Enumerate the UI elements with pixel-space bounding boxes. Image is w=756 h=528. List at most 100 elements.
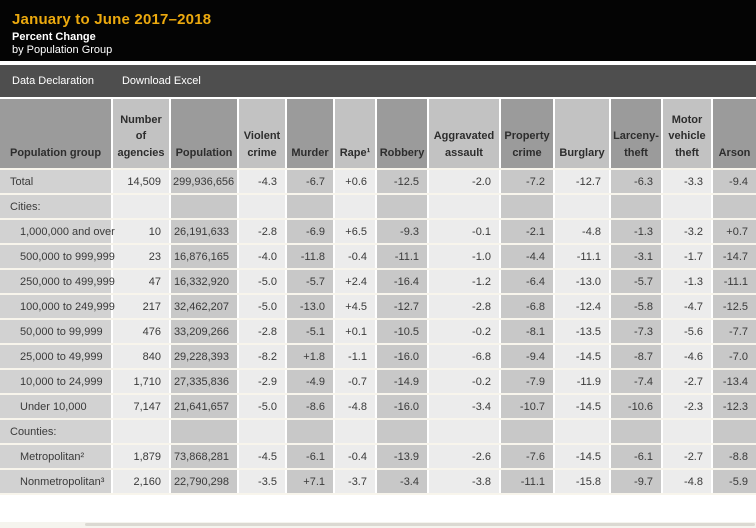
cell-1-000-000-and-over-burglary: -4.8 bbox=[554, 219, 611, 245]
horizontal-scrollbar[interactable] bbox=[0, 522, 756, 528]
cell-counties-burglary bbox=[554, 419, 611, 445]
cell-100-000-to-249-999-property-crime: -6.8 bbox=[500, 294, 555, 320]
cell-metropolitan-rape: -0.4 bbox=[334, 444, 377, 470]
cell-total-violent-crime: -4.3 bbox=[238, 169, 287, 195]
cell-under-10-000-property-crime: -10.7 bbox=[500, 394, 555, 420]
cell-counties-motor-vehicle-theft bbox=[662, 419, 713, 445]
table-row-100-000-to-249-999: 100,000 to 249,999 217 32,462,207 -5.0 -13.0… bbox=[0, 294, 756, 320]
cell-500-000-to-999-999-rape: -0.4 bbox=[334, 244, 377, 270]
cell-250-000-to-499-999-burglary: -13.0 bbox=[554, 269, 611, 295]
table-row-cities: Cities: bbox=[0, 194, 756, 220]
cell-cities-violent-crime bbox=[238, 194, 287, 220]
column-header-number-of-agencies: Number of agencies bbox=[112, 97, 171, 170]
scrollbar-track[interactable] bbox=[85, 523, 755, 526]
cell-counties-murder bbox=[286, 419, 335, 445]
column-header-motor-vehicle-theft: Motor vehicle theft bbox=[662, 97, 713, 170]
cell-100-000-to-249-999-violent-crime: -5.0 bbox=[238, 294, 287, 320]
cell-under-10-000-murder: -8.6 bbox=[286, 394, 335, 420]
column-header-aggravated-assault: Aggravated assault bbox=[428, 97, 501, 170]
cell-500-000-to-999-999-violent-crime: -4.0 bbox=[238, 244, 287, 270]
cell-10-000-to-24-999-aggravated-assault: -0.2 bbox=[428, 369, 501, 395]
cell-under-10-000-motor-vehicle-theft: -2.3 bbox=[662, 394, 713, 420]
data-declaration-link[interactable]: Data Declaration bbox=[12, 75, 94, 87]
cell-under-10-000-violent-crime: -5.0 bbox=[238, 394, 287, 420]
cell-250-000-to-499-999-larceny-theft: -5.7 bbox=[610, 269, 663, 295]
cell-metropolitan-murder: -6.1 bbox=[286, 444, 335, 470]
column-header-murder: Murder bbox=[286, 97, 335, 170]
cell-nonmetropolitan-motor-vehicle-theft: -4.8 bbox=[662, 469, 713, 495]
cell-counties-rape bbox=[334, 419, 377, 445]
cell-250-000-to-499-999-rape: +2.4 bbox=[334, 269, 377, 295]
cell-nonmetropolitan-arson: -5.9 bbox=[712, 469, 756, 495]
table-row-50-000-to-99-999: 50,000 to 99,999 476 33,209,266 -2.8 -5.1 +0.… bbox=[0, 319, 756, 345]
table-row-under-10-000: Under 10,000 7,147 21,641,657 -5.0 -8.6 -4.8 -… bbox=[0, 394, 756, 420]
cell-100-000-to-249-999-number-of-agencies: 217 bbox=[112, 294, 171, 320]
cell-metropolitan-burglary: -14.5 bbox=[554, 444, 611, 470]
row-label: Under 10,000 bbox=[0, 394, 113, 420]
cell-metropolitan-property-crime: -7.6 bbox=[500, 444, 555, 470]
cell-cities-larceny-theft bbox=[610, 194, 663, 220]
cell-50-000-to-99-999-aggravated-assault: -0.2 bbox=[428, 319, 501, 345]
cell-nonmetropolitan-number-of-agencies: 2,160 bbox=[112, 469, 171, 495]
cell-under-10-000-rape: -4.8 bbox=[334, 394, 377, 420]
cell-nonmetropolitan-larceny-theft: -9.7 bbox=[610, 469, 663, 495]
cell-nonmetropolitan-aggravated-assault: -3.8 bbox=[428, 469, 501, 495]
cell-total-motor-vehicle-theft: -3.3 bbox=[662, 169, 713, 195]
table-body: Total 14,509 299,936,656 -4.3 -6.7 +0.6 -12.5-… bbox=[0, 169, 756, 495]
cell-cities-rape bbox=[334, 194, 377, 220]
cell-counties-arson bbox=[712, 419, 756, 445]
cell-25-000-to-49-999-robbery: -16.0 bbox=[376, 344, 429, 370]
cell-under-10-000-aggravated-assault: -3.4 bbox=[428, 394, 501, 420]
cell-25-000-to-49-999-aggravated-assault: -6.8 bbox=[428, 344, 501, 370]
row-label: 25,000 to 49,999 bbox=[0, 344, 113, 370]
cell-cities-motor-vehicle-theft bbox=[662, 194, 713, 220]
cell-nonmetropolitan-burglary: -15.8 bbox=[554, 469, 611, 495]
cell-total-burglary: -12.7 bbox=[554, 169, 611, 195]
cell-nonmetropolitan-murder: +7.1 bbox=[286, 469, 335, 495]
table-row-250-000-to-499-999: 250,000 to 499,999 47 16,332,920 -5.0 -5.7 +2… bbox=[0, 269, 756, 295]
crime-report-page: January to June 2017–2018 Percent Change… bbox=[0, 0, 756, 528]
table-row-metropolitan: Metropolitan² 1,879 73,868,281 -4.5 -6.1 -0.4… bbox=[0, 444, 756, 470]
cell-cities-property-crime bbox=[500, 194, 555, 220]
cell-250-000-to-499-999-robbery: -16.4 bbox=[376, 269, 429, 295]
cell-1-000-000-and-over-aggravated-assault: -0.1 bbox=[428, 219, 501, 245]
download-excel-link[interactable]: Download Excel bbox=[122, 75, 201, 87]
cell-total-larceny-theft: -6.3 bbox=[610, 169, 663, 195]
cell-25-000-to-49-999-property-crime: -9.4 bbox=[500, 344, 555, 370]
cell-10-000-to-24-999-violent-crime: -2.9 bbox=[238, 369, 287, 395]
cell-under-10-000-larceny-theft: -10.6 bbox=[610, 394, 663, 420]
page-subtitle-percent-change: Percent Change bbox=[12, 31, 96, 43]
column-header-arson: Arson bbox=[712, 97, 756, 170]
row-label: 100,000 to 249,999 bbox=[0, 294, 115, 320]
cell-under-10-000-population: 21,641,657 bbox=[170, 394, 239, 420]
cell-metropolitan-violent-crime: -4.5 bbox=[238, 444, 287, 470]
toolbar: Data Declaration Download Excel bbox=[0, 65, 756, 97]
cell-10-000-to-24-999-motor-vehicle-theft: -2.7 bbox=[662, 369, 713, 395]
cell-1-000-000-and-over-motor-vehicle-theft: -3.2 bbox=[662, 219, 713, 245]
cell-100-000-to-249-999-motor-vehicle-theft: -4.7 bbox=[662, 294, 713, 320]
cell-counties-aggravated-assault bbox=[428, 419, 501, 445]
cell-25-000-to-49-999-larceny-theft: -8.7 bbox=[610, 344, 663, 370]
cell-100-000-to-249-999-population: 32,462,207 bbox=[170, 294, 239, 320]
cell-500-000-to-999-999-murder: -11.8 bbox=[286, 244, 335, 270]
cell-under-10-000-number-of-agencies: 7,147 bbox=[112, 394, 171, 420]
cell-metropolitan-population: 73,868,281 bbox=[170, 444, 239, 470]
cell-25-000-to-49-999-motor-vehicle-theft: -4.6 bbox=[662, 344, 713, 370]
cell-counties-property-crime bbox=[500, 419, 555, 445]
cell-10-000-to-24-999-property-crime: -7.9 bbox=[500, 369, 555, 395]
cell-counties-larceny-theft bbox=[610, 419, 663, 445]
cell-cities-burglary bbox=[554, 194, 611, 220]
cell-metropolitan-arson: -8.8 bbox=[712, 444, 756, 470]
table-row-counties: Counties: bbox=[0, 419, 756, 445]
cell-1-000-000-and-over-property-crime: -2.1 bbox=[500, 219, 555, 245]
cell-under-10-000-burglary: -14.5 bbox=[554, 394, 611, 420]
cell-250-000-to-499-999-murder: -5.7 bbox=[286, 269, 335, 295]
cell-250-000-to-499-999-motor-vehicle-theft: -1.3 bbox=[662, 269, 713, 295]
cell-total-arson: -9.4 bbox=[712, 169, 756, 195]
cell-100-000-to-249-999-aggravated-assault: -2.8 bbox=[428, 294, 501, 320]
cell-cities-aggravated-assault bbox=[428, 194, 501, 220]
cell-25-000-to-49-999-violent-crime: -8.2 bbox=[238, 344, 287, 370]
page-title: January to June 2017–2018 bbox=[12, 11, 212, 28]
cell-total-number-of-agencies: 14,509 bbox=[112, 169, 171, 195]
cell-100-000-to-249-999-rape: +4.5 bbox=[334, 294, 377, 320]
